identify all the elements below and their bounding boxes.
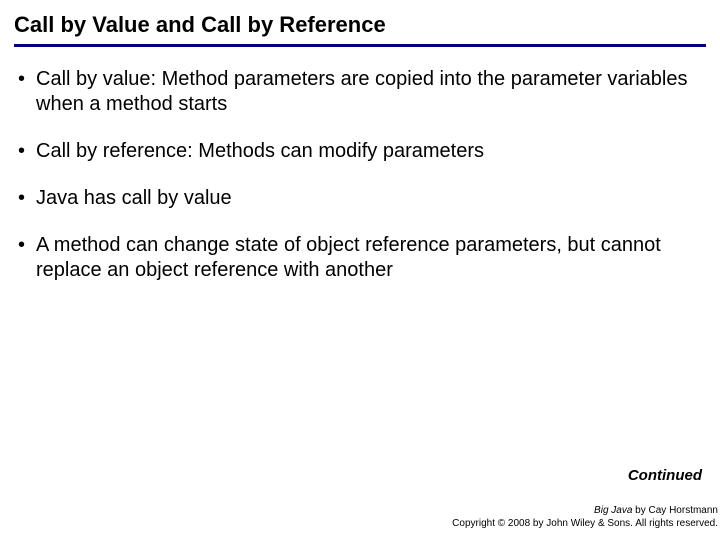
footer-line-2: Copyright © 2008 by John Wiley & Sons. A… xyxy=(452,517,718,530)
bullet-text: Call by reference: Methods can modify pa… xyxy=(36,139,702,164)
list-item: • A method can change state of object re… xyxy=(18,233,702,283)
bullet-icon: • xyxy=(18,67,36,92)
bullet-list: • Call by value: Method parameters are c… xyxy=(18,67,702,283)
bullet-icon: • xyxy=(18,139,36,164)
list-item: • Java has call by value xyxy=(18,186,702,211)
bullet-icon: • xyxy=(18,186,36,211)
slide: Call by Value and Call by Reference • Ca… xyxy=(0,0,720,540)
list-item: • Call by reference: Methods can modify … xyxy=(18,139,702,164)
slide-content: • Call by value: Method parameters are c… xyxy=(14,67,706,283)
author-text: by Cay Horstmann xyxy=(632,505,718,516)
footer-line-1: Big Java by Cay Horstmann xyxy=(452,504,718,517)
footer: Big Java by Cay Horstmann Copyright © 20… xyxy=(452,504,720,530)
bullet-icon: • xyxy=(18,233,36,258)
bullet-text: Call by value: Method parameters are cop… xyxy=(36,67,702,117)
book-title: Big Java xyxy=(594,505,632,516)
list-item: • Call by value: Method parameters are c… xyxy=(18,67,702,117)
bullet-text: Java has call by value xyxy=(36,186,702,211)
slide-title: Call by Value and Call by Reference xyxy=(14,12,706,44)
bullet-text: A method can change state of object refe… xyxy=(36,233,702,283)
title-underline xyxy=(14,44,706,47)
continued-label: Continued xyxy=(628,467,702,484)
